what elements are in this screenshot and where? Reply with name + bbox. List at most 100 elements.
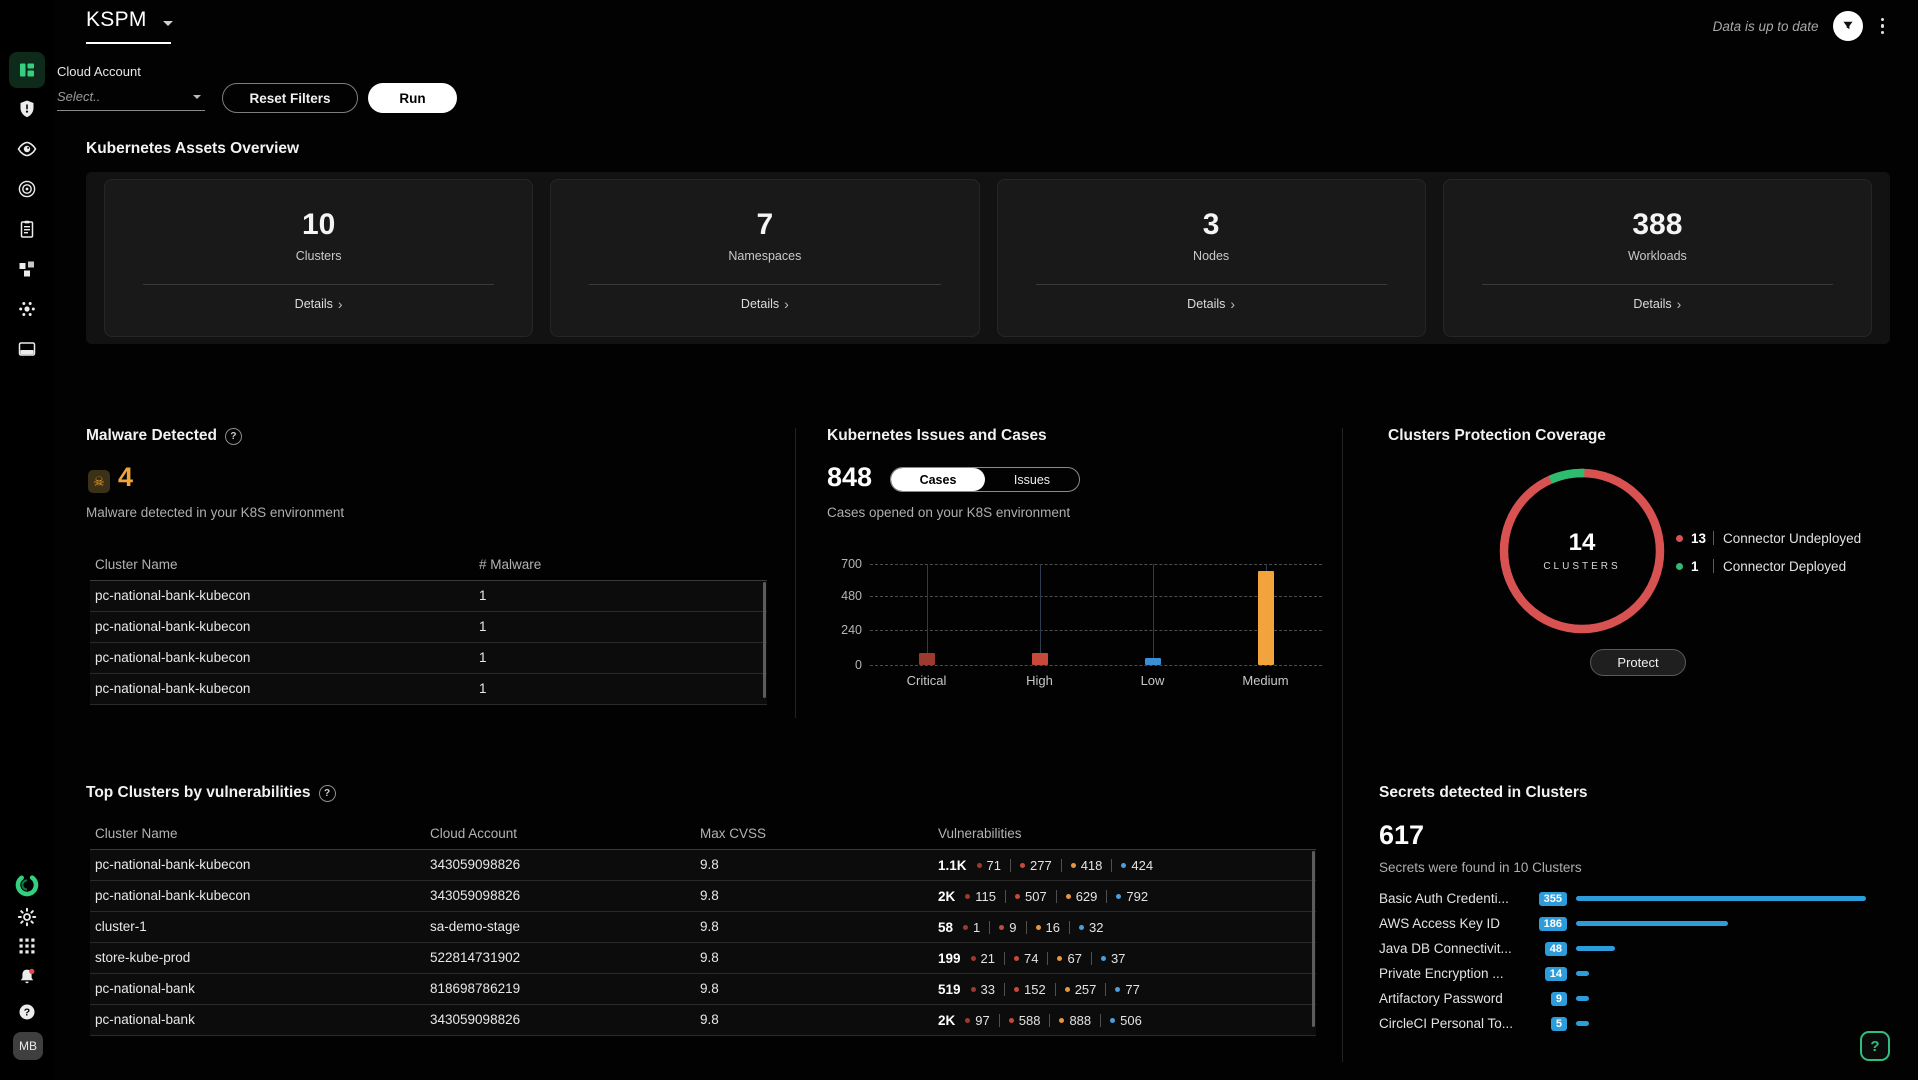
help-fab-button[interactable]: ? [1860,1031,1890,1061]
severity-count: 33 [981,982,995,997]
table-row[interactable]: pc-national-bank-kubecon3430590988269.82… [90,881,1316,912]
details-label: Details [741,297,779,311]
cell-cvss: 9.8 [700,919,719,934]
secret-item[interactable]: Basic Auth Credenti...355 [1379,886,1879,911]
table-row[interactable]: pc-national-bank-kubecon1 [90,612,767,643]
divider [1004,952,1005,965]
details-label: Details [295,297,333,311]
table-row[interactable]: pc-national-bank-kubecon3430590988269.81… [90,850,1316,881]
legend-item[interactable]: 1Connector Deployed [1676,552,1861,580]
table-row[interactable]: store-kube-prod5228147319029.81992174673… [90,943,1316,974]
secret-item[interactable]: Artifactory Password9 [1379,986,1879,1011]
apps-grid-icon[interactable] [17,936,37,956]
table-row[interactable]: pc-national-bank-kubecon1 [90,674,767,705]
gear-icon[interactable] [17,907,37,927]
tab-issues[interactable]: Issues [985,468,1079,491]
legend-item[interactable]: 13Connector Undeployed [1676,524,1861,552]
divider [1036,284,1387,285]
avatar[interactable]: MB [13,1032,43,1060]
sidebar-item-blocks-icon[interactable] [17,259,37,279]
cell-account: 522814731902 [430,950,520,965]
severity-dot [1065,987,1070,992]
help-icon[interactable]: ? [225,428,242,445]
help-circle-icon[interactable]: ? [17,1002,37,1022]
cell-vulnerabilities: 19921746737 [938,943,1125,973]
severity-count: 506 [1120,1013,1142,1028]
gridline [870,665,1322,666]
filter-funnel-button[interactable] [1833,11,1863,41]
table-row[interactable]: pc-national-bank3430590988269.82K9758888… [90,1005,1316,1036]
secret-item[interactable]: Java DB Connectivit...48 [1379,936,1879,961]
sidebar-item-shield-alert-icon[interactable] [17,99,37,119]
table-row[interactable]: pc-national-bank-kubecon1 [90,581,767,612]
bar-low[interactable] [1145,658,1161,665]
sidebar-item-eye-icon[interactable] [17,139,37,159]
severity-count: 792 [1126,889,1148,904]
cell: 1 [479,650,487,665]
severity-count: 507 [1025,889,1047,904]
bar-stem [1153,564,1154,665]
cell-vulnerabilities: 2K97588888506 [938,1005,1142,1035]
table-row[interactable]: pc-national-bank-kubecon1 [90,643,767,674]
divider [1482,284,1833,285]
details-link[interactable]: Details› [295,296,343,312]
severity-count: 71 [987,858,1001,873]
badge-zone: 186 [1521,917,1567,931]
secret-item[interactable]: Private Encryption ...14 [1379,961,1879,986]
table-header: Cluster Name# Malware [90,550,767,581]
coverage-donut-chart[interactable]: 14 CLUSTERS [1494,463,1670,639]
divider [1026,921,1027,934]
secret-label: Basic Auth Credenti... [1379,891,1521,906]
skull-icon: ☠ [88,470,110,493]
scrollbar[interactable] [763,582,766,698]
cell-account: sa-demo-stage [430,919,520,934]
svg-text:?: ? [24,1007,30,1019]
details-link[interactable]: Details› [741,296,789,312]
cloud-account-select[interactable]: Select.. [57,86,205,111]
cell-account: 818698786219 [430,981,520,996]
secret-item[interactable]: CircleCI Personal To...5 [1379,1011,1879,1036]
severity-dot [1066,894,1071,899]
gridline [870,596,1322,597]
orca-logo-icon[interactable] [14,872,40,898]
table-row[interactable]: pc-national-bank8186987862199.8519331522… [90,974,1316,1005]
bar-high[interactable] [1032,653,1048,665]
severity-count: 16 [1046,920,1060,935]
scrollbar[interactable] [1312,851,1315,1027]
sidebar-item-dashboard-icon[interactable] [9,52,45,88]
page-title[interactable]: KSPM [86,8,147,32]
severity-count: 67 [1067,951,1081,966]
divider [589,284,940,285]
tab-cases[interactable]: Cases [891,468,985,491]
details-link[interactable]: Details› [1633,296,1681,312]
divider [1056,890,1057,903]
severity-dot [963,925,968,930]
divider [1061,859,1062,872]
sidebar-item-burst-icon[interactable] [17,299,37,319]
gridline [870,564,1322,565]
secret-bar [1576,896,1866,901]
bell-icon[interactable] [17,967,37,987]
details-link[interactable]: Details› [1187,296,1235,312]
sidebar-item-media-panel-icon[interactable] [17,339,37,359]
reset-filters-button[interactable]: Reset Filters [222,83,358,113]
sidebar-item-clipboard-icon[interactable] [17,219,37,239]
cell: 1 [479,588,487,603]
divider [143,284,494,285]
sidebar-item-target-icon[interactable] [17,179,37,199]
divider [1342,428,1343,1062]
divider [1047,952,1048,965]
bar-critical[interactable] [919,653,935,665]
kebab-menu[interactable] [1877,14,1889,39]
bar-medium[interactable] [1258,571,1274,665]
run-button[interactable]: Run [368,83,457,113]
help-icon[interactable]: ? [319,785,336,802]
cell-cvss: 9.8 [700,857,719,872]
table-row[interactable]: cluster-1sa-demo-stage9.858191632 [90,912,1316,943]
divider [1055,983,1056,996]
secret-item[interactable]: AWS Access Key ID186 [1379,911,1879,936]
malware-subtitle: Malware detected in your K8S environment [86,505,344,520]
severity-low: 77 [1115,982,1139,997]
protect-button[interactable]: Protect [1590,649,1686,676]
secret-bar [1576,996,1589,1001]
